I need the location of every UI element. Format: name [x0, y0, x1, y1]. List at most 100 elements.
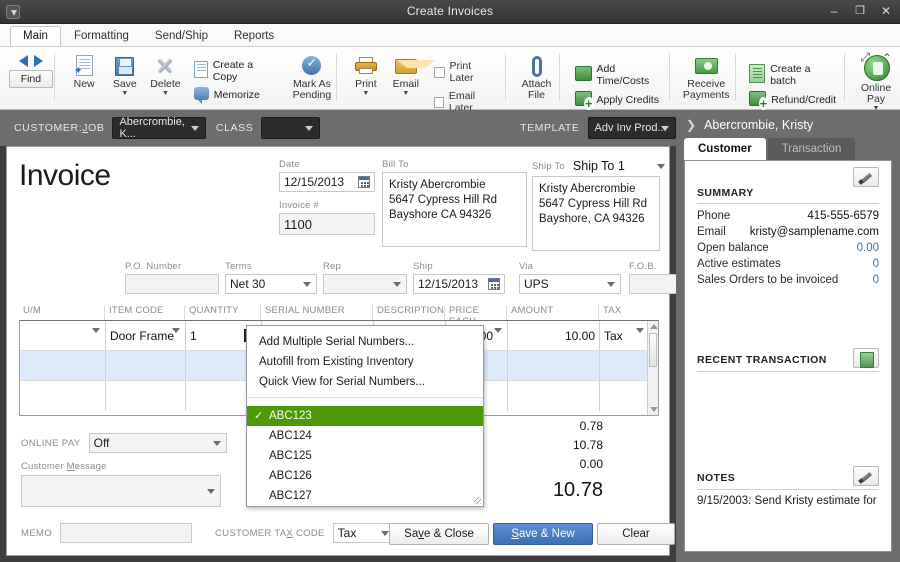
- maximize-button[interactable]: ❐: [852, 3, 868, 19]
- ship-to-address[interactable]: Kristy Abercrombie 5647 Cypress Hill Rd …: [532, 176, 660, 251]
- sidebar-customer-name: Abercrombie, Kristy: [704, 118, 814, 132]
- customer-job-select[interactable]: Abercrombie, K...: [112, 116, 206, 140]
- dropdown-option-abc124[interactable]: ABC124: [247, 426, 483, 446]
- clear-button[interactable]: Clear: [597, 523, 675, 545]
- empty-cell[interactable]: [106, 381, 186, 411]
- recent-transaction-action-button[interactable]: [853, 348, 879, 368]
- bill-to-address[interactable]: Kristy Abercrombie 5647 Cypress Hill Rd …: [382, 172, 527, 247]
- apply-credits-icon: [574, 91, 594, 110]
- summary-value-open-balance[interactable]: 0.00: [857, 242, 879, 254]
- tab-formatting[interactable]: Formatting: [61, 26, 142, 46]
- serial-number-dropdown[interactable]: Add Multiple Serial Numbers... Autofill …: [246, 325, 484, 507]
- empty-cell[interactable]: [508, 381, 600, 411]
- ship-calendar-icon[interactable]: [488, 278, 500, 290]
- new-button[interactable]: ✦ New: [64, 51, 105, 90]
- ship-to-caret-icon[interactable]: [656, 164, 665, 169]
- empty-cell[interactable]: [20, 381, 106, 411]
- delete-dropdown-caret-icon[interactable]: ▼: [162, 90, 169, 97]
- email-dropdown-caret-icon[interactable]: ▼: [402, 90, 409, 97]
- customer-message-input[interactable]: [21, 475, 221, 507]
- ribbon-group-navigation: Find: [0, 47, 54, 109]
- customer-tax-code-select[interactable]: Tax: [332, 523, 395, 543]
- dropdown-option-abc126[interactable]: ABC126: [247, 466, 483, 486]
- menu-item-autofill-existing-inventory[interactable]: Autofill from Existing Inventory: [247, 352, 483, 372]
- summary-row-email: Email kristy@samplename.com: [697, 224, 879, 240]
- grid-scrollbar[interactable]: [647, 321, 658, 415]
- dropdown-resize-grip[interactable]: [474, 497, 481, 504]
- email-button[interactable]: Email ▼: [386, 51, 435, 97]
- minimize-button[interactable]: –: [826, 3, 842, 19]
- create-invoices-window: Create Invoices – ❐ ✕ Main Formatting Se…: [0, 0, 900, 562]
- template-select[interactable]: Adv Inv Prod...: [587, 117, 677, 139]
- dropdown-option-abc127[interactable]: ABC127: [247, 486, 483, 506]
- tab-customer[interactable]: Customer: [684, 138, 766, 160]
- refund-credit-button[interactable]: Refund/Credit: [749, 91, 836, 110]
- date-label: Date: [279, 159, 300, 170]
- cell-amount[interactable]: 10.00: [508, 321, 600, 350]
- apply-credits-label: Apply Credits: [596, 94, 659, 106]
- save-dropdown-caret-icon[interactable]: ▼: [121, 90, 128, 97]
- calendar-icon[interactable]: [358, 176, 370, 188]
- tab-reports[interactable]: Reports: [221, 26, 287, 46]
- online-pay-select[interactable]: Off: [88, 433, 227, 453]
- email-later-checkbox-box[interactable]: [433, 96, 444, 108]
- empty-cell[interactable]: [20, 351, 106, 380]
- close-button[interactable]: ✕: [878, 3, 894, 19]
- add-time-costs-button[interactable]: Add Time/Costs: [574, 63, 662, 87]
- po-number-input[interactable]: [125, 274, 219, 294]
- rep-select[interactable]: [323, 274, 407, 294]
- dropdown-option-abc125[interactable]: ABC125: [247, 446, 483, 466]
- scroll-down-icon[interactable]: [650, 407, 658, 412]
- memorize-button[interactable]: Memorize: [193, 87, 274, 104]
- date-input[interactable]: 12/15/2013: [279, 172, 375, 192]
- create-a-copy-button[interactable]: Create a Copy: [193, 59, 274, 83]
- create-a-batch-button[interactable]: Create a batch: [749, 63, 836, 87]
- expand-icon[interactable]: ⤢: [860, 50, 870, 65]
- terms-group: Terms Net 30: [225, 261, 323, 294]
- print-later-checkbox[interactable]: Print Later: [433, 60, 497, 84]
- print-button[interactable]: Print ▼: [346, 51, 386, 97]
- chevron-right-icon[interactable]: ❯: [686, 118, 696, 132]
- scroll-up-icon[interactable]: [650, 324, 658, 329]
- delete-button[interactable]: Delete ▼: [145, 51, 186, 98]
- memo-input[interactable]: [60, 523, 193, 543]
- memorize-label: Memorize: [213, 89, 260, 101]
- apply-credits-button[interactable]: Apply Credits: [574, 91, 662, 110]
- dropdown-option-abc123[interactable]: ABC123: [247, 406, 483, 426]
- tab-main[interactable]: Main: [10, 26, 61, 46]
- tab-transaction[interactable]: Transaction: [767, 138, 856, 160]
- save-and-new-button[interactable]: Save & New: [493, 523, 593, 545]
- receive-payments-button[interactable]: Receive Payments: [677, 51, 735, 101]
- chevron-up-icon[interactable]: ⌃: [882, 51, 892, 65]
- menu-item-add-multiple-serial-numbers[interactable]: Add Multiple Serial Numbers...: [247, 332, 483, 352]
- previous-arrow-icon[interactable]: [18, 55, 28, 67]
- save-button[interactable]: Save ▼: [104, 51, 145, 97]
- empty-cell[interactable]: [600, 381, 649, 411]
- via-select[interactable]: UPS: [519, 274, 621, 294]
- edit-notes-button[interactable]: [853, 466, 879, 486]
- save-and-close-button[interactable]: Save & Close: [389, 523, 489, 545]
- summary-value-active-estimates[interactable]: 0: [873, 258, 879, 270]
- mark-as-pending-button[interactable]: Mark As Pending: [288, 51, 336, 101]
- terms-select[interactable]: Net 30: [225, 274, 317, 294]
- empty-cell[interactable]: [106, 351, 186, 380]
- summary-value-sales-orders[interactable]: 0: [873, 274, 879, 286]
- empty-cell[interactable]: [600, 351, 649, 380]
- menu-item-quick-view-serial-numbers[interactable]: Quick View for Serial Numbers...: [247, 372, 483, 392]
- scrollbar-thumb[interactable]: [649, 333, 657, 367]
- next-arrow-icon[interactable]: [33, 55, 43, 67]
- attach-file-button[interactable]: Attach File: [515, 51, 559, 101]
- class-select[interactable]: [261, 117, 321, 139]
- find-button[interactable]: Find: [8, 70, 53, 88]
- print-later-checkbox-box[interactable]: [433, 66, 445, 78]
- ribbon-tabs: Main Formatting Send/Ship Reports: [10, 24, 287, 46]
- cell-item-code[interactable]: Door Frame: [106, 321, 186, 350]
- print-dropdown-caret-icon[interactable]: ▼: [362, 90, 369, 97]
- invoice-number-input[interactable]: 1100: [279, 213, 375, 235]
- edit-summary-button[interactable]: [853, 167, 879, 187]
- cell-um[interactable]: [20, 321, 106, 350]
- cell-tax[interactable]: Tax: [600, 321, 649, 350]
- empty-cell[interactable]: [508, 351, 600, 380]
- ship-date-input[interactable]: 12/15/2013: [413, 274, 505, 294]
- tab-send-ship[interactable]: Send/Ship: [142, 26, 221, 46]
